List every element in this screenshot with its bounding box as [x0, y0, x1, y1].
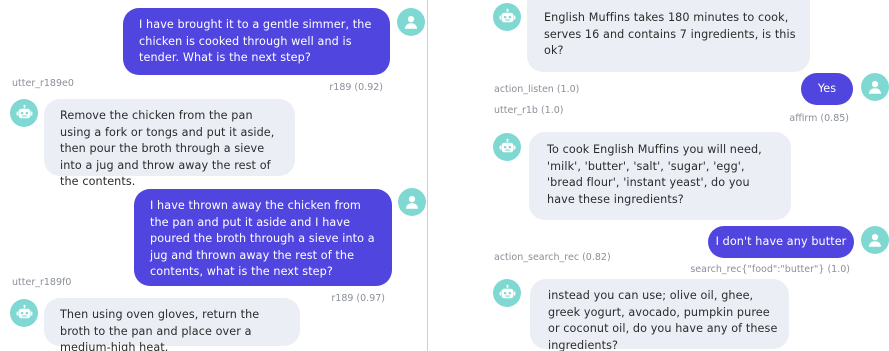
robot-icon [15, 304, 34, 323]
robot-icon [498, 284, 517, 303]
user-message: I have thrown away the chicken from the … [134, 189, 392, 286]
user-message: I don't have any butter [708, 226, 854, 258]
user-icon [866, 231, 884, 249]
intent-label: r189 (0.97) [331, 293, 385, 304]
action-label: utter_r189f0 [12, 277, 72, 288]
bot-message-text: To cook English Muffins you will need, '… [547, 143, 762, 206]
action-label: utter_r189e0 [12, 78, 74, 89]
bot-message: Then using oven gloves, return the broth… [44, 298, 300, 351]
bot-message-text: instead you can use; olive oil, ghee, gr… [548, 289, 778, 351]
robot-icon [498, 8, 517, 27]
action-label: action_search_rec (0.82) [494, 252, 611, 263]
action-label: utter_r1b (1.0) [494, 105, 564, 116]
bot-message-text: English Muffins takes 180 minutes to coo… [544, 11, 796, 57]
pane-divider [427, 0, 428, 351]
user-avatar [398, 188, 426, 216]
action-label: action_listen (1.0) [494, 84, 580, 95]
bot-avatar [493, 133, 521, 161]
left-chat-pane[interactable]: I have brought it to a gentle simmer, th… [0, 0, 427, 351]
robot-icon [15, 104, 34, 123]
intent-label: r189 (0.92) [329, 82, 383, 93]
intent-label: affirm (0.85) [789, 113, 849, 124]
bot-avatar [493, 3, 521, 31]
bot-message: instead you can use; olive oil, ghee, gr… [530, 279, 789, 351]
user-message-text: I have thrown away the chicken from the … [150, 199, 375, 278]
user-message: I have brought it to a gentle simmer, th… [123, 8, 390, 75]
right-chat-pane[interactable]: English Muffins takes 180 minutes to coo… [429, 0, 889, 351]
user-icon [866, 78, 884, 96]
user-icon [403, 193, 421, 211]
user-message: Yes [801, 73, 853, 105]
bot-message: To cook English Muffins you will need, '… [529, 132, 791, 220]
user-message-text: I don't have any butter [715, 235, 847, 248]
user-message-text: Yes [817, 82, 837, 95]
user-icon [402, 13, 420, 31]
bot-message: English Muffins takes 180 minutes to coo… [527, 0, 810, 72]
user-avatar [861, 226, 889, 254]
bot-avatar [10, 299, 38, 327]
user-message-text: I have brought it to a gentle simmer, th… [139, 18, 372, 64]
user-avatar [397, 8, 425, 36]
bot-message: Remove the chicken from the pan using a … [44, 99, 295, 188]
user-avatar [861, 73, 889, 101]
bot-message-text: Then using oven gloves, return the broth… [60, 308, 260, 351]
robot-icon [498, 138, 517, 157]
intent-label: search_rec{"food":"butter"} (1.0) [690, 264, 850, 275]
bot-avatar [10, 99, 38, 127]
bot-message-text: Remove the chicken from the pan using a … [60, 109, 275, 188]
bot-avatar [493, 279, 521, 307]
